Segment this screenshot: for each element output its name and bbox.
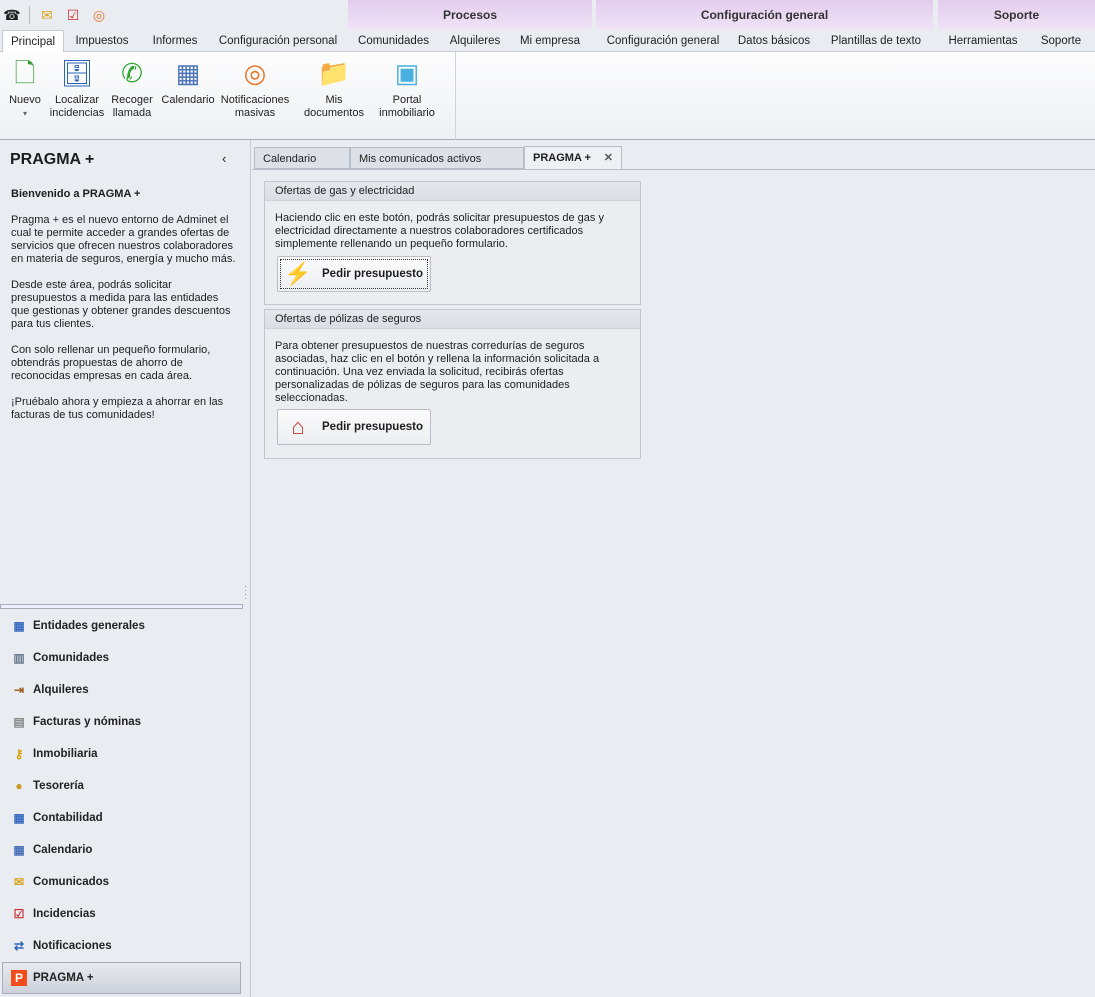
nav-item-comunicados[interactable]: ✉ Comunicados	[0, 866, 251, 898]
tab-principal[interactable]: Principal	[2, 30, 64, 53]
pragma-content: Ofertas de gas y electricidad Haciendo c…	[252, 169, 1095, 997]
panel-header: Ofertas de gas y electricidad	[265, 182, 640, 201]
calendar-icon: ▦	[175, 57, 201, 88]
exchange-icon: ⇄	[13, 939, 25, 953]
clipboard-icon[interactable]: ☑	[64, 6, 82, 24]
resize-grip[interactable]: · · · ·	[244, 582, 247, 604]
context-group-soporte: Soporte	[938, 0, 1095, 30]
ribbon: 🗋 Nuevo ▾ 🗄 Localizar incidencias ✆ Recoger ll…	[0, 52, 1095, 140]
navigation-list: ▦ Entidades generales ▥ Comunidades ⇥ Alqui…	[0, 610, 251, 994]
panel-text: Para obtener presupuestos de nuestras co…	[275, 340, 600, 404]
paragraph: Desde este área, podrás solicitar presup…	[11, 279, 231, 330]
collapse-chevron-icon[interactable]: ‹	[222, 151, 226, 166]
welcome-heading: Bienvenido a PRAGMA +	[11, 188, 141, 200]
building-icon: ▥	[13, 651, 25, 665]
tab-mi-empresa[interactable]: Mi empresa	[517, 30, 583, 52]
doc-tab-comunicados[interactable]: Mis comunicados activos	[350, 147, 524, 169]
tab-comunidades[interactable]: Comunidades	[355, 30, 432, 52]
insurance-panel: Ofertas de pólizas de seguros Para obten…	[264, 309, 641, 459]
ledger-icon: ▦	[13, 811, 25, 825]
table-icon: ▦	[13, 619, 25, 633]
nav-item-entidades-generales[interactable]: ▦ Entidades generales	[0, 610, 251, 642]
calendar-icon: ▦	[13, 843, 25, 857]
folder-icon: 📁	[317, 57, 351, 88]
gas-electricity-panel: Ofertas de gas y electricidad Haciendo c…	[264, 181, 641, 305]
tab-datos-basicos[interactable]: Datos básicos	[734, 30, 814, 52]
context-group-procesos: Procesos	[348, 0, 592, 30]
coins-icon: ●	[15, 779, 23, 793]
clipboard-icon: ☑	[13, 907, 25, 921]
nav-item-contabilidad[interactable]: ▦ Contabilidad	[0, 802, 251, 834]
ribbon-tabs: Principal Impuestos Informes Configuraci…	[0, 30, 1095, 53]
tab-configuracion-general[interactable]: Configuración general	[604, 30, 722, 52]
nuevo-button[interactable]: 🗋 Nuevo ▾	[2, 52, 48, 140]
nav-item-pragma[interactable]: P PRAGMA +	[2, 962, 241, 994]
broadcast-icon[interactable]: ◎	[90, 6, 108, 24]
left-panel: PRAGMA + ‹ Bienvenido a PRAGMA + Pragma …	[0, 140, 251, 997]
portal-inmobiliario-button[interactable]: ▣ Portal inmobiliario	[376, 52, 438, 140]
welcome-text: Bienvenido a PRAGMA + Pragma + es el nue…	[11, 188, 236, 435]
new-document-icon: 🗋	[14, 57, 36, 88]
mail-icon[interactable]: ✉	[38, 6, 56, 24]
invoice-icon: ▤	[13, 715, 25, 729]
mis-documentos-button[interactable]: 📁 Mis documentos	[292, 52, 376, 140]
tab-alquileres[interactable]: Alquileres	[444, 30, 506, 52]
close-icon[interactable]: ✕	[604, 147, 613, 169]
pedir-presupuesto-seguros-button[interactable]: ⌂ Pedir presupuesto	[277, 409, 431, 445]
ribbon-group: 🗋 Nuevo ▾ 🗄 Localizar incidencias ✆ Recoger ll…	[0, 52, 456, 140]
tab-plantillas-de-texto[interactable]: Plantillas de texto	[826, 30, 926, 52]
mail-icon: ✉	[13, 875, 25, 889]
house-shield-icon: ⌂	[291, 414, 305, 439]
localizar-incidencias-button[interactable]: 🗄 Localizar incidencias	[48, 52, 106, 140]
tab-impuestos[interactable]: Impuestos	[70, 30, 134, 52]
nav-item-facturas[interactable]: ▤ Facturas y nóminas	[0, 706, 251, 738]
door-icon: ⇥	[13, 683, 25, 697]
key-icon: ⚷	[14, 747, 24, 761]
tab-informes[interactable]: Informes	[146, 30, 204, 52]
paragraph: Pragma + es el nuevo entorno de Adminet …	[11, 214, 236, 265]
pedir-presupuesto-energia-button[interactable]: ⚡ Pedir presupuesto	[277, 256, 431, 292]
panel-header: Ofertas de pólizas de seguros	[265, 310, 640, 329]
panel-text: Haciendo clic en este botón, podrás soli…	[275, 212, 604, 250]
phone-icon[interactable]: ☎	[3, 6, 21, 24]
nav-item-alquileres[interactable]: ⇥ Alquileres	[0, 674, 251, 706]
pragma-logo-icon: P	[11, 970, 27, 986]
nav-item-comunidades[interactable]: ▥ Comunidades	[0, 642, 251, 674]
nav-item-inmobiliaria[interactable]: ⚷ Inmobiliaria	[0, 738, 251, 770]
doc-tab-pragma[interactable]: PRAGMA + ✕	[524, 146, 622, 170]
quick-access-toolbar: ☎ ✉ ☑ ◎	[0, 0, 348, 30]
tab-soporte[interactable]: Soporte	[1034, 30, 1088, 52]
phone-icon: ✆	[121, 57, 143, 88]
lightning-fire-icon: ⚡	[284, 261, 312, 286]
file-cabinet-icon: 🗄	[60, 57, 94, 88]
nav-splitter[interactable]	[0, 604, 243, 609]
separator	[29, 6, 30, 24]
notificaciones-masivas-button[interactable]: ◎ Notificaciones masivas	[218, 52, 292, 140]
nav-item-notificaciones[interactable]: ⇄ Notificaciones	[0, 930, 251, 962]
tab-herramientas[interactable]: Herramientas	[945, 30, 1021, 52]
panel-title: PRAGMA +	[10, 151, 95, 168]
broadcast-icon: ◎	[243, 57, 267, 88]
portal-icon: ▣	[394, 57, 420, 88]
nav-item-calendario[interactable]: ▦ Calendario	[0, 834, 251, 866]
tab-configuracion-personal[interactable]: Configuración personal	[216, 30, 340, 52]
nav-item-tesoreria[interactable]: ● Tesorería	[0, 770, 251, 802]
doc-tab-calendario[interactable]: Calendario	[254, 147, 350, 169]
context-group-configuracion: Configuración general	[596, 0, 933, 30]
paragraph: Con solo rellenar un pequeño formulario,…	[11, 344, 211, 382]
nav-item-incidencias[interactable]: ☑ Incidencias	[0, 898, 251, 930]
calendario-button[interactable]: ▦ Calendario	[158, 52, 218, 140]
recoger-llamada-button[interactable]: ✆ Recoger llamada	[106, 52, 158, 140]
paragraph: ¡Pruébalo ahora y empieza a ahorrar en l…	[11, 396, 224, 421]
